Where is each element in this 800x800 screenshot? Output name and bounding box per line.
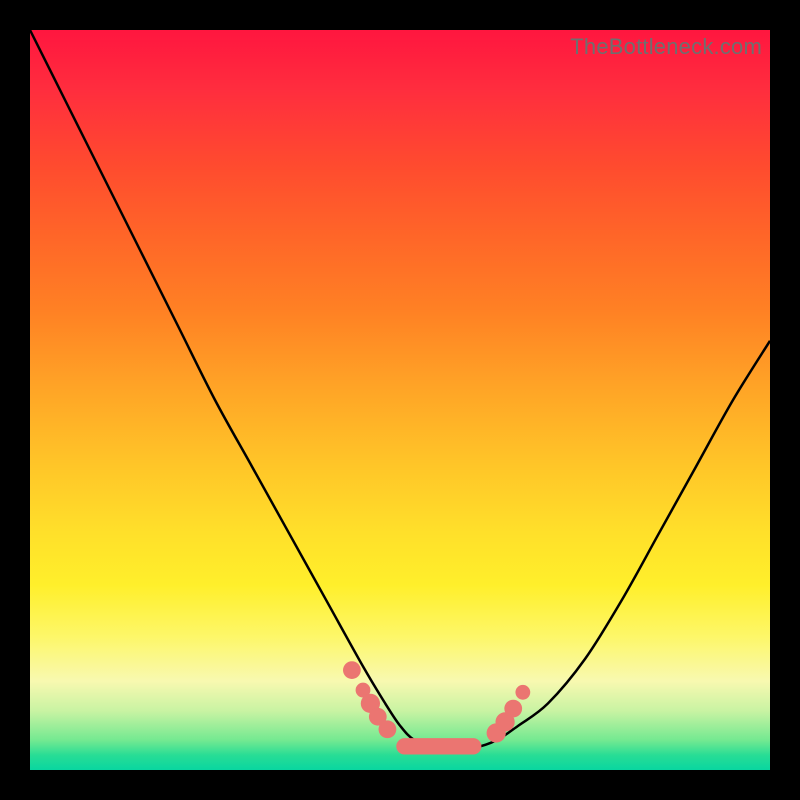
valley-point-marker bbox=[379, 720, 397, 738]
chart-frame: TheBottleneck.com bbox=[0, 0, 800, 800]
valley-flat-marker bbox=[396, 738, 481, 754]
plot-area: TheBottleneck.com bbox=[30, 30, 770, 770]
valley-point-marker bbox=[343, 661, 361, 679]
valley-point-marker bbox=[504, 700, 522, 718]
bottleneck-curve bbox=[30, 30, 770, 770]
valley-point-marker bbox=[515, 685, 530, 700]
valley-markers bbox=[343, 661, 530, 754]
curve-path bbox=[30, 30, 770, 748]
